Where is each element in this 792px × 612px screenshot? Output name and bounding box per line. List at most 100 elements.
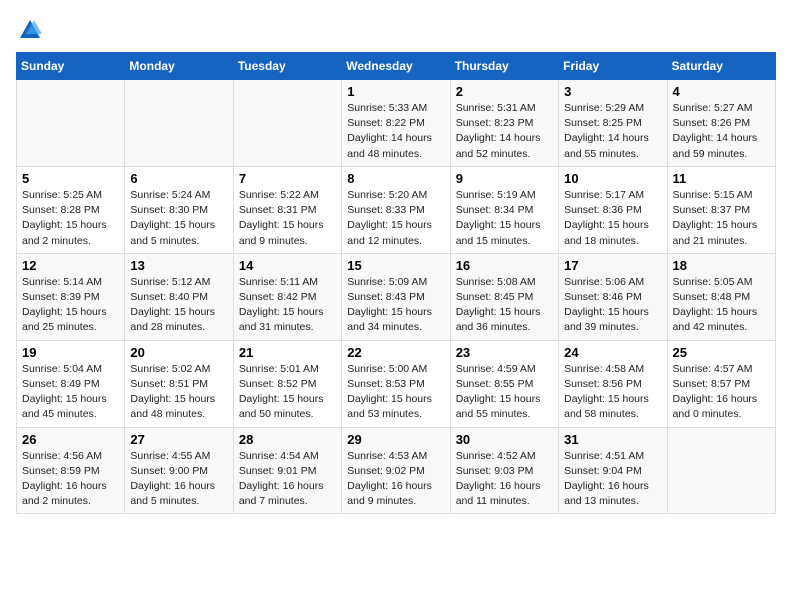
day-number: 23 (456, 345, 553, 360)
calendar-cell: 13 Sunrise: 5:12 AM Sunset: 8:40 PM Dayli… (125, 253, 233, 340)
day-number: 6 (130, 171, 227, 186)
week-row-1: 1 Sunrise: 5:33 AM Sunset: 8:22 PM Daylig… (17, 80, 776, 167)
calendar-cell: 6 Sunrise: 5:24 AM Sunset: 8:30 PM Daylig… (125, 166, 233, 253)
calendar-cell: 29Sunrise: 4:53 AM Sunset: 9:02 PM Dayli… (342, 427, 450, 514)
calendar-cell: 19 Sunrise: 5:04 AM Sunset: 8:49 PM Dayli… (17, 340, 125, 427)
calendar-cell: 10 Sunrise: 5:17 AM Sunset: 8:36 PM Dayli… (559, 166, 667, 253)
header-day-sunday: Sunday (17, 53, 125, 80)
day-info: Sunrise: 5:14 AM Sunset: 8:39 PM Dayligh… (22, 275, 119, 336)
calendar-cell: 4 Sunrise: 5:27 AM Sunset: 8:26 PM Daylig… (667, 80, 775, 167)
day-number: 11 (673, 171, 770, 186)
calendar-cell (125, 80, 233, 167)
day-info: Sunrise: 4:58 AM Sunset: 8:56 PM Dayligh… (564, 362, 661, 423)
day-number: 4 (673, 84, 770, 99)
day-number: 13 (130, 258, 227, 273)
calendar-cell: 12 Sunrise: 5:14 AM Sunset: 8:39 PM Dayli… (17, 253, 125, 340)
header-row: SundayMondayTuesdayWednesdayThursdayFrid… (17, 53, 776, 80)
calendar-cell: 26Sunrise: 4:56 AM Sunset: 8:59 PM Dayli… (17, 427, 125, 514)
day-info: Sunrise: 5:24 AM Sunset: 8:30 PM Dayligh… (130, 188, 227, 249)
calendar-cell (667, 427, 775, 514)
day-number: 21 (239, 345, 336, 360)
day-info: Sunrise: 5:25 AM Sunset: 8:28 PM Dayligh… (22, 188, 119, 249)
day-info: Sunrise: 4:59 AM Sunset: 8:55 PM Dayligh… (456, 362, 553, 423)
week-row-5: 26Sunrise: 4:56 AM Sunset: 8:59 PM Dayli… (17, 427, 776, 514)
day-info: Sunrise: 4:56 AM Sunset: 8:59 PM Dayligh… (22, 449, 119, 510)
day-info: Sunrise: 5:09 AM Sunset: 8:43 PM Dayligh… (347, 275, 444, 336)
calendar-cell: 14 Sunrise: 5:11 AM Sunset: 8:42 PM Dayli… (233, 253, 341, 340)
day-info: Sunrise: 5:17 AM Sunset: 8:36 PM Dayligh… (564, 188, 661, 249)
day-info: Sunrise: 5:00 AM Sunset: 8:53 PM Dayligh… (347, 362, 444, 423)
day-number: 5 (22, 171, 119, 186)
day-number: 16 (456, 258, 553, 273)
day-number: 20 (130, 345, 227, 360)
day-number: 15 (347, 258, 444, 273)
calendar-cell: 9Sunrise: 5:19 AM Sunset: 8:34 PM Daylig… (450, 166, 558, 253)
day-info: Sunrise: 5:02 AM Sunset: 8:51 PM Dayligh… (130, 362, 227, 423)
calendar-cell (233, 80, 341, 167)
calendar-cell: 8 Sunrise: 5:20 AM Sunset: 8:33 PM Daylig… (342, 166, 450, 253)
calendar-cell: 24 Sunrise: 4:58 AM Sunset: 8:56 PM Dayli… (559, 340, 667, 427)
day-number: 22 (347, 345, 444, 360)
calendar-table: SundayMondayTuesdayWednesdayThursdayFrid… (16, 52, 776, 514)
day-number: 10 (564, 171, 661, 186)
day-info: Sunrise: 5:06 AM Sunset: 8:46 PM Dayligh… (564, 275, 661, 336)
day-info: Sunrise: 5:11 AM Sunset: 8:42 PM Dayligh… (239, 275, 336, 336)
calendar-cell: 30Sunrise: 4:52 AM Sunset: 9:03 PM Dayli… (450, 427, 558, 514)
day-number: 12 (22, 258, 119, 273)
logo (16, 16, 48, 44)
calendar-cell: 18 Sunrise: 5:05 AM Sunset: 8:48 PM Dayli… (667, 253, 775, 340)
day-number: 3 (564, 84, 661, 99)
week-row-4: 19 Sunrise: 5:04 AM Sunset: 8:49 PM Dayli… (17, 340, 776, 427)
calendar-cell: 11 Sunrise: 5:15 AM Sunset: 8:37 PM Dayli… (667, 166, 775, 253)
day-number: 31 (564, 432, 661, 447)
day-info: Sunrise: 4:53 AM Sunset: 9:02 PM Dayligh… (347, 449, 444, 510)
day-info: Sunrise: 5:22 AM Sunset: 8:31 PM Dayligh… (239, 188, 336, 249)
calendar-cell: 5 Sunrise: 5:25 AM Sunset: 8:28 PM Daylig… (17, 166, 125, 253)
day-number: 1 (347, 84, 444, 99)
day-info: Sunrise: 4:55 AM Sunset: 9:00 PM Dayligh… (130, 449, 227, 510)
day-number: 7 (239, 171, 336, 186)
day-number: 28 (239, 432, 336, 447)
header-day-tuesday: Tuesday (233, 53, 341, 80)
day-number: 19 (22, 345, 119, 360)
day-info: Sunrise: 4:57 AM Sunset: 8:57 PM Dayligh… (673, 362, 770, 423)
calendar-cell: 17Sunrise: 5:06 AM Sunset: 8:46 PM Dayli… (559, 253, 667, 340)
day-number: 24 (564, 345, 661, 360)
day-info: Sunrise: 5:05 AM Sunset: 8:48 PM Dayligh… (673, 275, 770, 336)
day-info: Sunrise: 5:04 AM Sunset: 8:49 PM Dayligh… (22, 362, 119, 423)
day-info: Sunrise: 4:51 AM Sunset: 9:04 PM Dayligh… (564, 449, 661, 510)
header-day-friday: Friday (559, 53, 667, 80)
day-info: Sunrise: 4:54 AM Sunset: 9:01 PM Dayligh… (239, 449, 336, 510)
day-number: 25 (673, 345, 770, 360)
logo-icon (16, 16, 44, 44)
day-info: Sunrise: 5:08 AM Sunset: 8:45 PM Dayligh… (456, 275, 553, 336)
day-number: 27 (130, 432, 227, 447)
calendar-cell: 31 Sunrise: 4:51 AM Sunset: 9:04 PM Dayli… (559, 427, 667, 514)
week-row-3: 12 Sunrise: 5:14 AM Sunset: 8:39 PM Dayli… (17, 253, 776, 340)
calendar-cell: 22 Sunrise: 5:00 AM Sunset: 8:53 PM Dayli… (342, 340, 450, 427)
header-day-thursday: Thursday (450, 53, 558, 80)
day-info: Sunrise: 5:27 AM Sunset: 8:26 PM Dayligh… (673, 101, 770, 162)
calendar-cell: 28 Sunrise: 4:54 AM Sunset: 9:01 PM Dayli… (233, 427, 341, 514)
calendar-cell: 7 Sunrise: 5:22 AM Sunset: 8:31 PM Daylig… (233, 166, 341, 253)
day-info: Sunrise: 5:15 AM Sunset: 8:37 PM Dayligh… (673, 188, 770, 249)
calendar-cell: 1 Sunrise: 5:33 AM Sunset: 8:22 PM Daylig… (342, 80, 450, 167)
calendar-cell: 16 Sunrise: 5:08 AM Sunset: 8:45 PM Dayli… (450, 253, 558, 340)
calendar-cell: 2Sunrise: 5:31 AM Sunset: 8:23 PM Daylig… (450, 80, 558, 167)
day-info: Sunrise: 5:12 AM Sunset: 8:40 PM Dayligh… (130, 275, 227, 336)
calendar-cell: 3 Sunrise: 5:29 AM Sunset: 8:25 PM Daylig… (559, 80, 667, 167)
day-info: Sunrise: 5:29 AM Sunset: 8:25 PM Dayligh… (564, 101, 661, 162)
day-info: Sunrise: 5:20 AM Sunset: 8:33 PM Dayligh… (347, 188, 444, 249)
calendar-cell: 20 Sunrise: 5:02 AM Sunset: 8:51 PM Dayli… (125, 340, 233, 427)
calendar-cell: 27 Sunrise: 4:55 AM Sunset: 9:00 PM Dayli… (125, 427, 233, 514)
calendar-cell: 15 Sunrise: 5:09 AM Sunset: 8:43 PM Dayli… (342, 253, 450, 340)
header-day-wednesday: Wednesday (342, 53, 450, 80)
header-day-saturday: Saturday (667, 53, 775, 80)
week-row-2: 5 Sunrise: 5:25 AM Sunset: 8:28 PM Daylig… (17, 166, 776, 253)
calendar-cell: 21Sunrise: 5:01 AM Sunset: 8:52 PM Dayli… (233, 340, 341, 427)
calendar-cell: 23 Sunrise: 4:59 AM Sunset: 8:55 PM Dayli… (450, 340, 558, 427)
day-number: 18 (673, 258, 770, 273)
day-info: Sunrise: 5:33 AM Sunset: 8:22 PM Dayligh… (347, 101, 444, 162)
day-number: 14 (239, 258, 336, 273)
day-number: 8 (347, 171, 444, 186)
